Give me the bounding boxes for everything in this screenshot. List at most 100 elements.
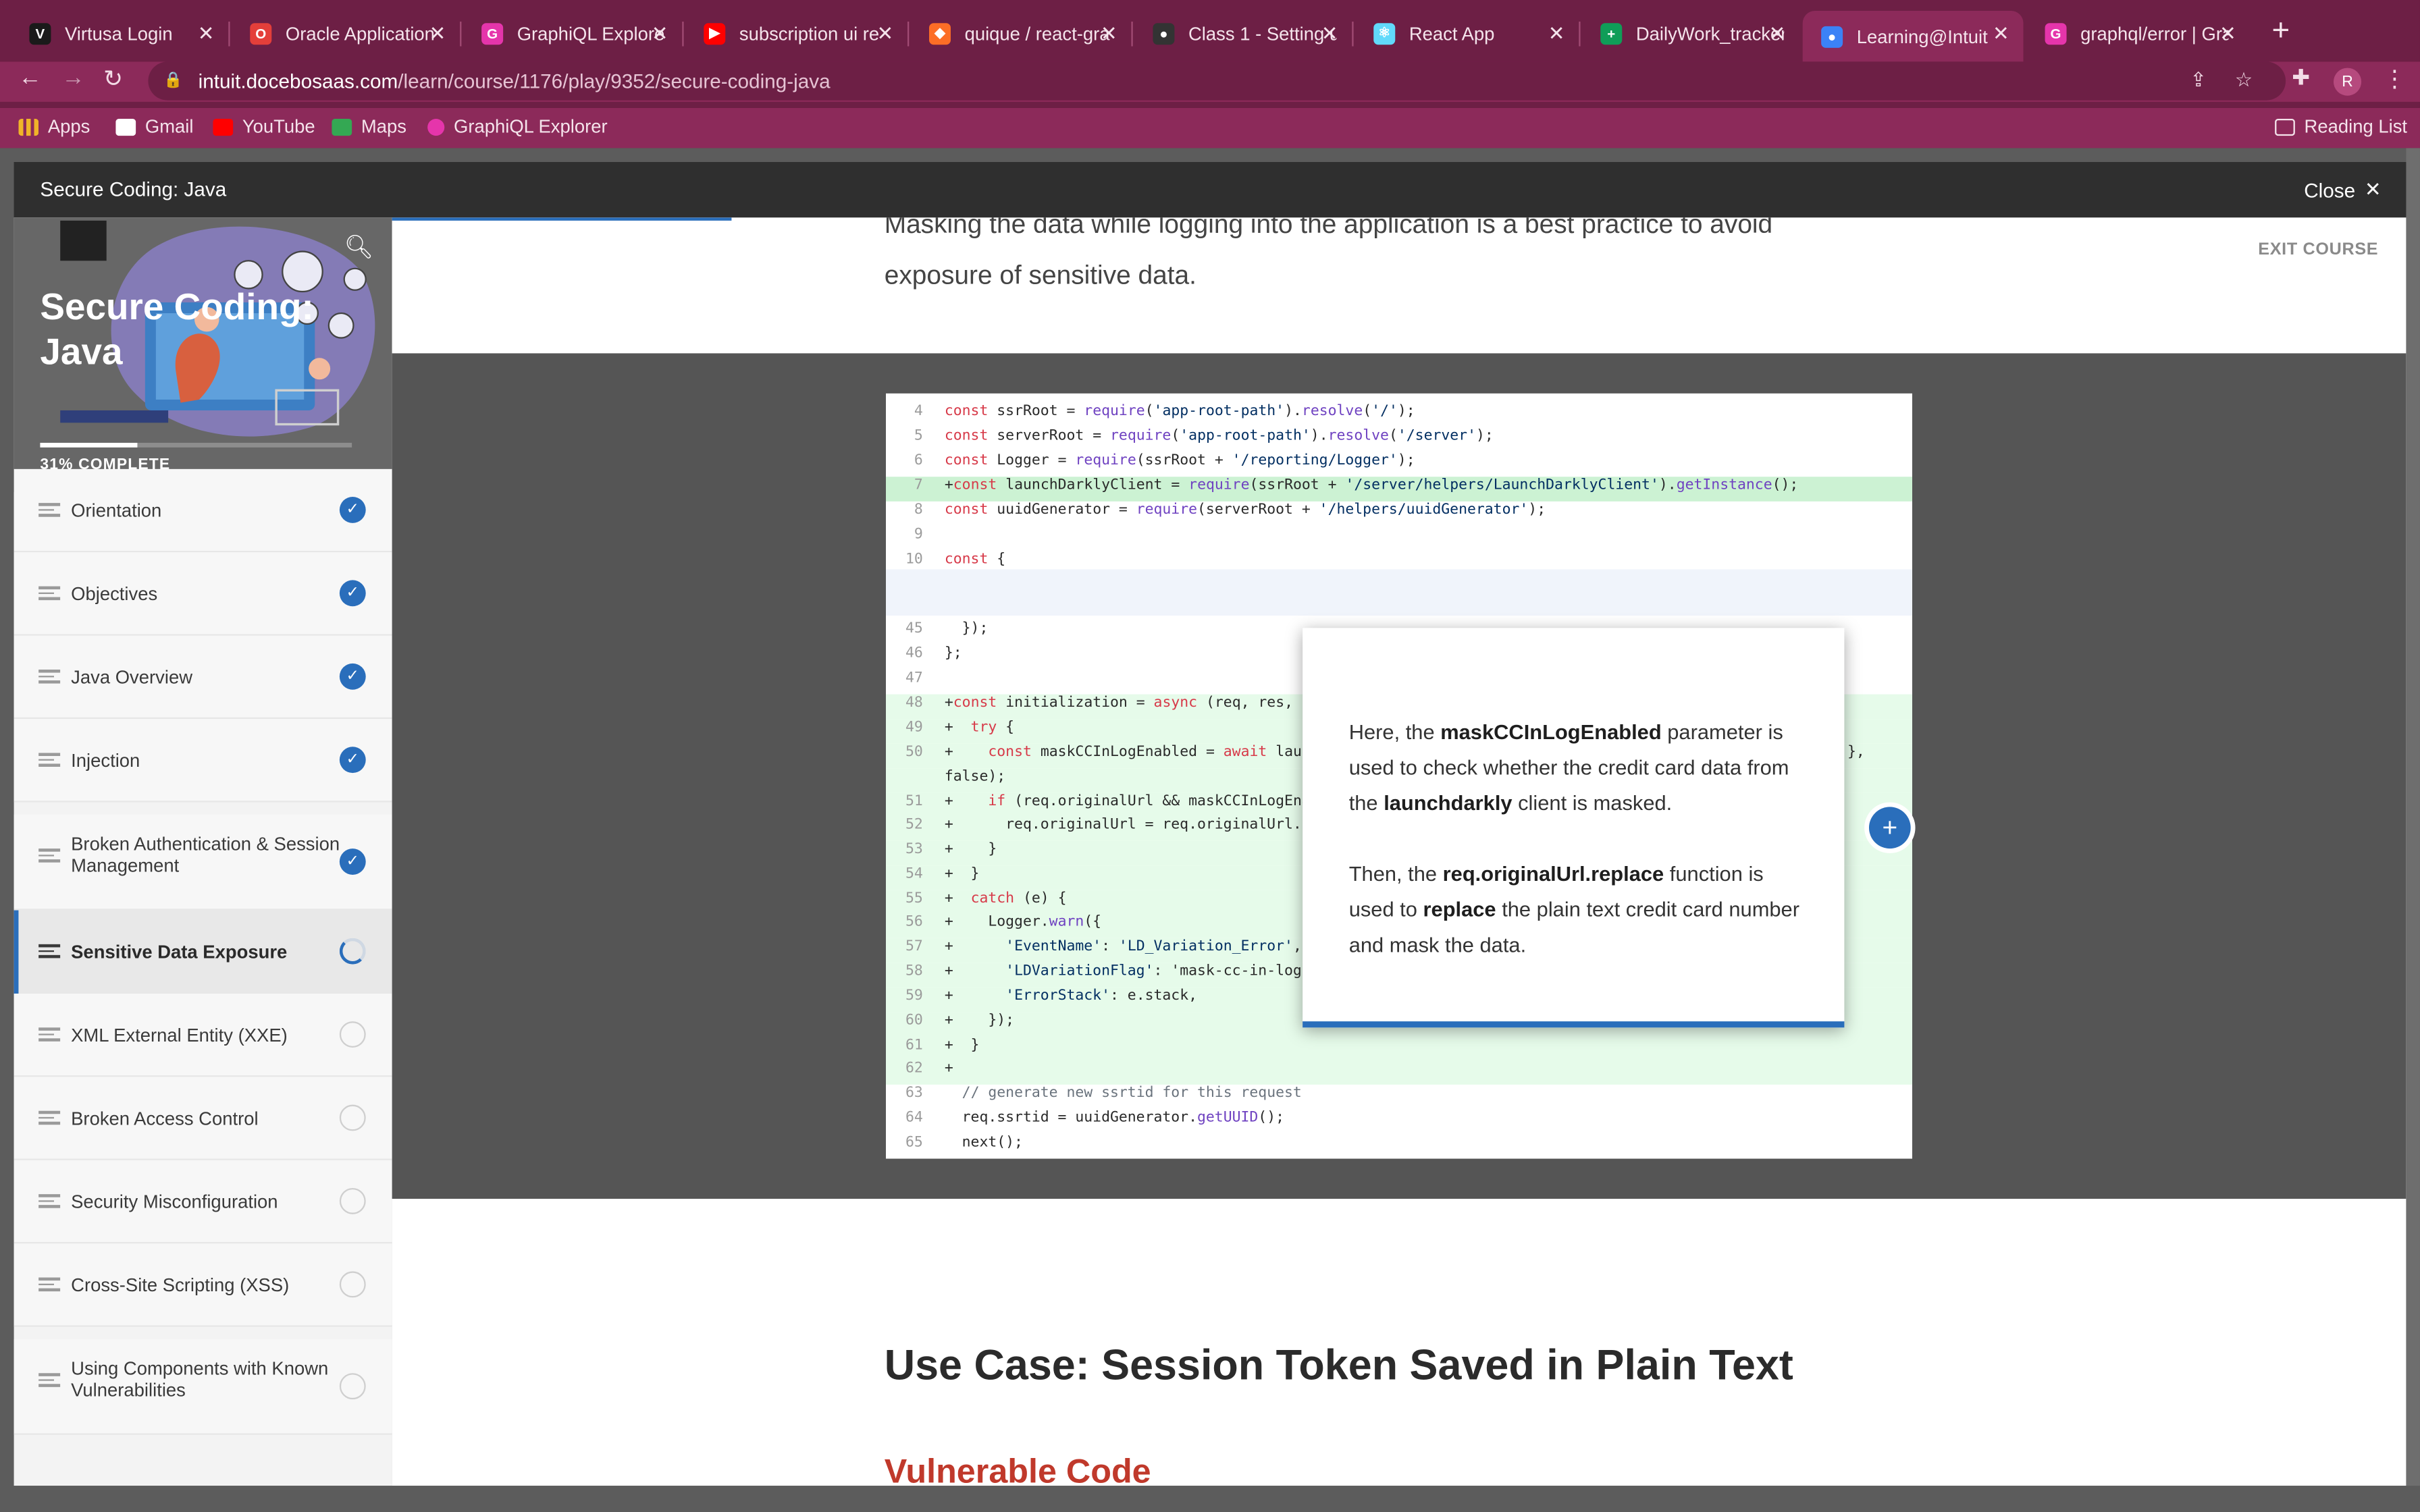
lesson-item[interactable]: Broken Access Control: [14, 1077, 392, 1160]
tab-favicon-icon: ●: [1153, 22, 1175, 45]
new-tab-button[interactable]: +: [2272, 14, 2290, 50]
tab-close-icon[interactable]: ✕: [1548, 22, 1565, 47]
close-icon: ✕: [2364, 177, 2382, 201]
profile-avatar[interactable]: R: [2333, 68, 2362, 96]
forward-icon[interactable]: →: [61, 65, 84, 91]
lesson-type-icon: [38, 1025, 61, 1044]
tab-close-icon[interactable]: ✕: [1101, 22, 1117, 47]
lesson-item[interactable]: XML External Entity (XXE): [14, 993, 392, 1077]
lesson-type-icon: [38, 500, 61, 520]
tab-close-icon[interactable]: ✕: [1993, 22, 2009, 47]
browser-tab[interactable]: + DailyWork_tracker ✕: [1582, 11, 1799, 55]
line-number: 53: [905, 840, 923, 858]
code-text: const serverRoot = require('app-root-pat…: [944, 427, 1494, 445]
bookmark-label: Gmail: [144, 115, 194, 138]
bookmarks-bar: Apps Gmail YouTube Maps GraphiQL Explore…: [0, 107, 2420, 148]
bookmark-maps[interactable]: Maps: [332, 115, 406, 137]
browser-tab[interactable]: ⚛ React App ✕: [1355, 11, 1579, 55]
lesson-label: Broken Access Control: [71, 1108, 259, 1130]
lesson-item[interactable]: Cross-Site Scripting (XSS): [14, 1243, 392, 1327]
browser-toolbar: ← → ↻ 🔒 intuit.docebosaas.com/learn/cour…: [0, 61, 2420, 102]
hotspot-plus-button[interactable]: +: [1868, 807, 1911, 849]
collapsed-lines[interactable]: [885, 569, 1912, 616]
lesson-item[interactable]: Broken Authentication & Session Manageme…: [14, 814, 392, 911]
current-lesson-indicator: [14, 910, 19, 994]
line-number: 51: [905, 792, 923, 810]
browser-tab[interactable]: O Oracle Applications ✕: [232, 11, 460, 55]
bookmark-graphiql[interactable]: GraphiQL Explorer: [427, 115, 608, 137]
code-text: + }: [944, 840, 997, 858]
reading-list-icon: [2275, 117, 2295, 135]
code-text: + Logger.warn({: [944, 913, 1102, 931]
tab-title: GraphiQL Explorer: [517, 22, 666, 45]
bookmark-gmail[interactable]: Gmail: [115, 115, 193, 137]
browser-tab[interactable]: G GraphiQL Explorer ✕: [463, 11, 683, 55]
line-number: 45: [905, 620, 923, 637]
tab-title: Oracle Applications: [285, 22, 434, 45]
page-scrollbar[interactable]: [2406, 148, 2420, 1512]
tab-title: React App: [1409, 22, 1495, 45]
code-text: + 'ErrorStack': e.stack,: [944, 987, 1198, 1004]
lesson-label: Using Components with Known Vulnerabilit…: [71, 1357, 329, 1401]
tab-close-icon[interactable]: ✕: [2219, 22, 2236, 47]
lesson-item[interactable]: Using Components with Known Vulnerabilit…: [14, 1339, 392, 1435]
browser-menu-icon[interactable]: ⋮: [2383, 65, 2406, 92]
browser-tab[interactable]: Ggraphql/error | Gra ✕: [2026, 11, 2250, 55]
share-icon[interactable]: ⇪: [2190, 68, 2207, 93]
tab-separator: [460, 21, 462, 47]
completed-check-icon: ✓: [339, 580, 366, 607]
lesson-item[interactable]: Java Overview ✓: [14, 635, 392, 720]
line-number: 65: [905, 1133, 923, 1152]
browser-tab[interactable]: ● Class 1 - Setting u ✕: [1134, 11, 1352, 55]
code-text: + const maskCCInLogEnabled = await launc: [944, 743, 1319, 761]
bookmark-youtube[interactable]: YouTube: [213, 115, 315, 137]
address-bar[interactable]: 🔒 intuit.docebosaas.com/learn/course/117…: [148, 61, 2286, 101]
browser-tab[interactable]: V Virtusa Login ✕: [11, 11, 228, 55]
reload-icon[interactable]: ↻: [103, 65, 123, 92]
lesson-item[interactable]: Sensitive Data Exposure: [14, 910, 392, 994]
tab-close-icon[interactable]: ✕: [1769, 22, 1786, 47]
line-number: 6: [914, 452, 923, 469]
tab-close-icon[interactable]: ✕: [1321, 22, 1338, 47]
tab-favicon-icon: ▶: [704, 22, 726, 45]
close-button[interactable]: Close ✕: [2304, 178, 2382, 202]
lesson-type-icon: [38, 666, 61, 686]
browser-tab[interactable]: ▶ subscription ui re ✕: [685, 11, 908, 55]
bookmark-apps[interactable]: Apps: [18, 115, 90, 137]
popup-paragraph-1: Here, the maskCCInLogEnabled parameter i…: [1349, 714, 1812, 821]
completed-check-icon: ✓: [339, 496, 366, 523]
tab-strip: V Virtusa Login ✕ O Oracle Applications ✕ G Gra…: [0, 0, 2420, 62]
line-number: 7: [914, 477, 923, 494]
browser-tab[interactable]: ● Learning@Intuit ✕: [1802, 10, 2024, 62]
tab-close-icon[interactable]: ✕: [652, 22, 668, 47]
lesson-item[interactable]: Security Misconfiguration: [14, 1160, 392, 1244]
lesson-item[interactable]: Injection ✓: [14, 719, 392, 803]
line-number: 59: [905, 987, 923, 1004]
tab-close-icon[interactable]: ✕: [876, 22, 893, 47]
line-number: 54: [905, 865, 923, 883]
use-case-heading: Use Case: Session Token Saved in Plain T…: [884, 1341, 1793, 1389]
bookmark-star-icon[interactable]: ☆: [2235, 68, 2253, 93]
line-number: 62: [905, 1060, 923, 1077]
search-icon[interactable]: 🔍︎: [344, 233, 374, 261]
tab-title: Class 1 - Setting u: [1188, 22, 1337, 45]
lesson-item[interactable]: Orientation ✓: [14, 468, 392, 553]
tab-favicon-icon: ●: [1821, 25, 1843, 47]
browser-tab[interactable]: ◆ quique / react-gra ✕: [911, 11, 1132, 55]
extensions-icon[interactable]: ✚: [2292, 65, 2310, 91]
code-text: + catch (e) {: [944, 890, 1067, 907]
reading-list[interactable]: Reading List: [2275, 115, 2407, 137]
tab-favicon-icon: O: [250, 22, 272, 45]
line-number: 46: [905, 645, 923, 662]
code-line: 10 const {: [886, 551, 1912, 575]
tab-close-icon[interactable]: ✕: [429, 22, 446, 47]
lesson-label: Sensitive Data Exposure: [71, 941, 288, 963]
back-icon[interactable]: ←: [18, 65, 41, 91]
tab-close-icon[interactable]: ✕: [198, 22, 215, 47]
lesson-item[interactable]: Objectives ✓: [14, 552, 392, 636]
exit-course-button[interactable]: EXIT COURSE: [2258, 241, 2378, 259]
lesson-type-icon: [38, 1108, 61, 1127]
reading-progress-line: [392, 217, 732, 221]
line-number: 52: [905, 816, 923, 834]
code-text: + req.originalUrl = req.originalUrl.re: [944, 816, 1319, 834]
